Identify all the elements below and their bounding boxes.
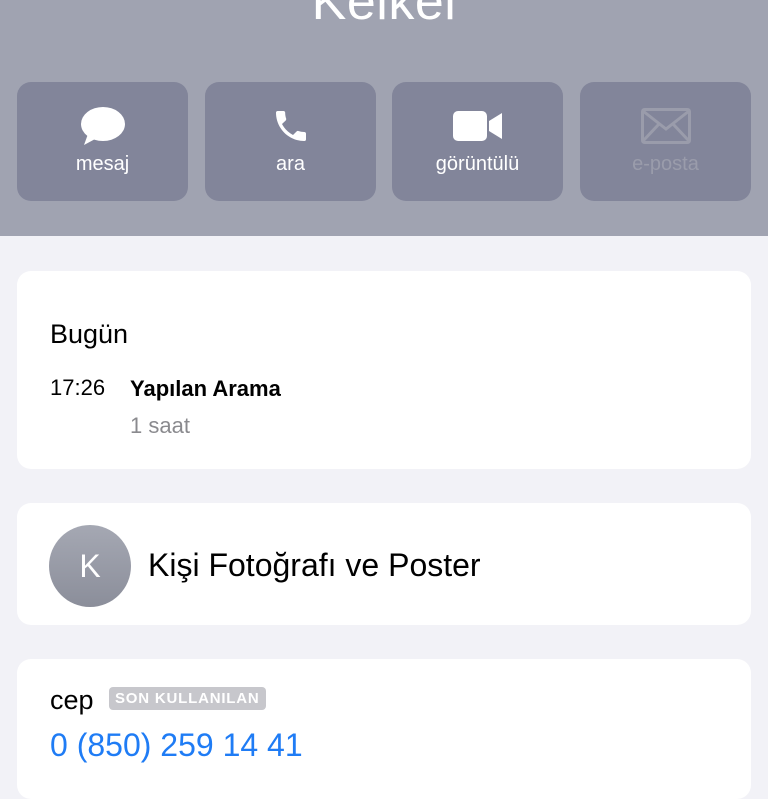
- video-button-label: görüntülü: [435, 153, 520, 175]
- message-button[interactable]: mesaj: [17, 82, 188, 201]
- video-camera-icon: [452, 106, 503, 146]
- email-button[interactable]: e-posta: [580, 82, 751, 201]
- recents-title: Bugün: [50, 319, 129, 349]
- contact-poster-row[interactable]: K Kişi Fotoğrafı ve Poster: [17, 503, 751, 625]
- phone-type-label: cep: [50, 685, 94, 715]
- envelope-icon: [640, 106, 691, 146]
- phone-card: cep SON KULLANILAN 0 (850) 259 14 41: [17, 659, 751, 799]
- recently-used-badge: SON KULLANILAN: [109, 687, 266, 710]
- contact-header: Kelkel mesaj ara görüntülü e-posta: [0, 0, 768, 236]
- phone-number-link[interactable]: 0 (850) 259 14 41: [50, 727, 303, 764]
- avatar: K: [49, 525, 131, 607]
- email-button-label: e-posta: [632, 153, 699, 175]
- video-button[interactable]: görüntülü: [392, 82, 563, 201]
- call-button[interactable]: ara: [205, 82, 376, 201]
- contact-name: Kelkel: [311, 0, 457, 31]
- recents-card: Bugün 17:26 Yapılan Arama 1 saat: [17, 271, 751, 469]
- call-time: 17:26: [50, 375, 106, 400]
- call-duration: 1 saat: [130, 413, 190, 438]
- call-type: Yapılan Arama: [130, 376, 281, 401]
- message-button-label: mesaj: [75, 153, 130, 175]
- call-button-label: ara: [276, 153, 305, 175]
- phone-icon: [271, 106, 311, 146]
- message-bubble-icon: [80, 106, 126, 146]
- contact-poster-label: Kişi Fotoğrafı ve Poster: [148, 547, 481, 583]
